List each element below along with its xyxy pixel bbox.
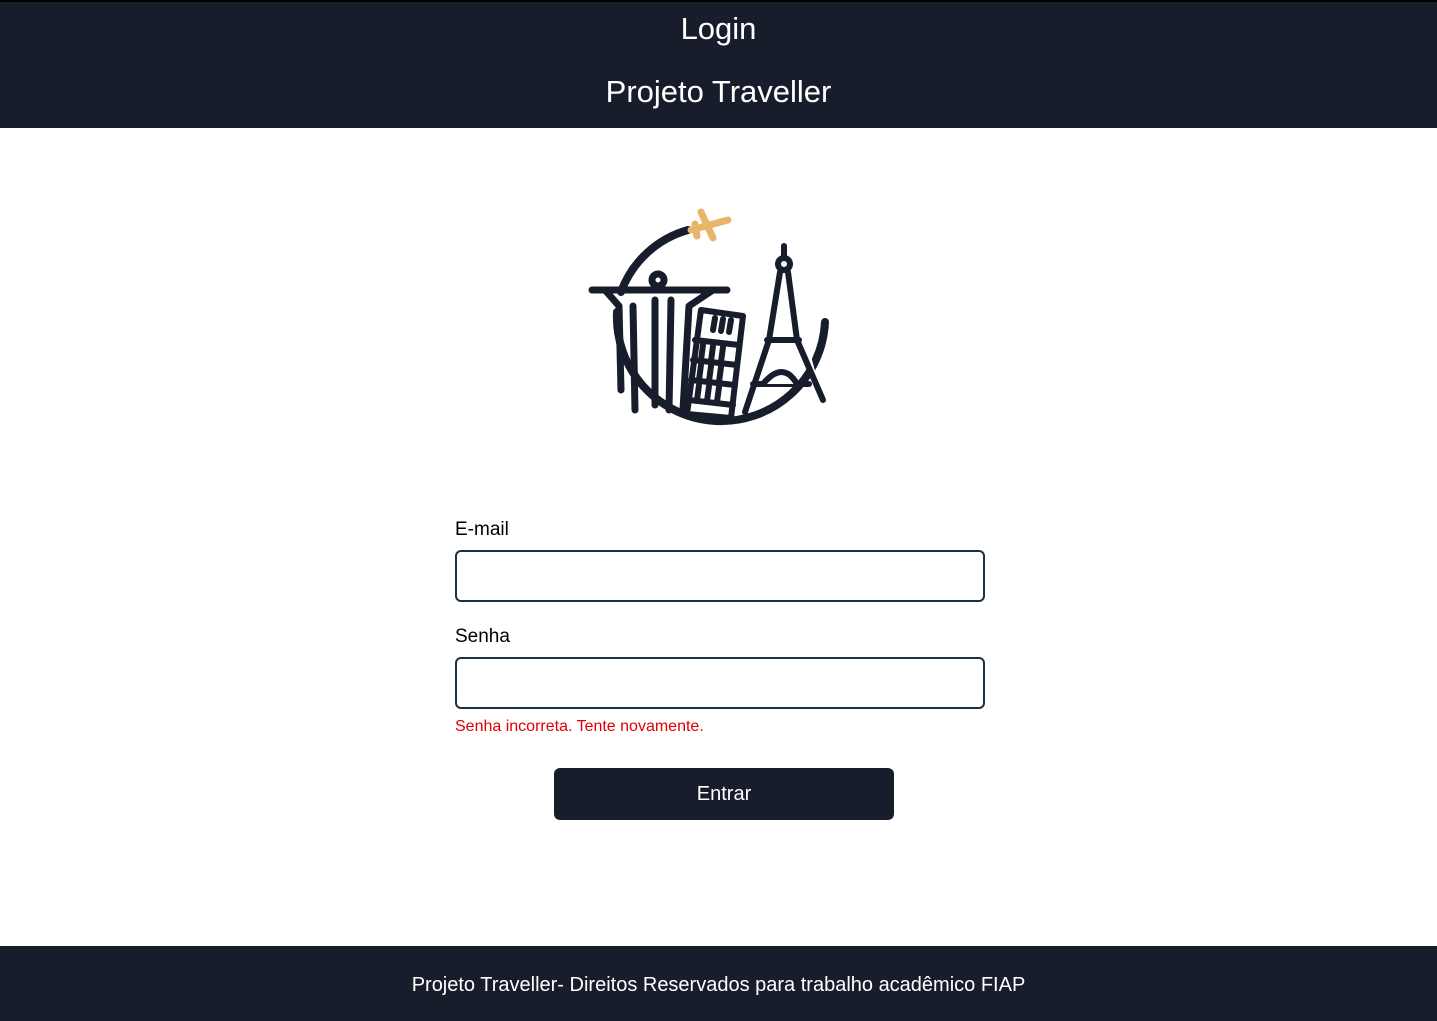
app-name: Projeto Traveller [605, 74, 832, 109]
password-label: Senha [455, 626, 510, 647]
footer-text: Projeto Traveller- Direitos Reservados p… [411, 974, 1026, 996]
email-label: E-mail [455, 519, 509, 540]
email-field[interactable] [455, 550, 985, 602]
password-field[interactable] [455, 657, 985, 709]
login-page: Login Projeto Traveller E-mail Senha Sen… [0, 0, 1437, 1021]
page-header: Login Projeto Traveller [0, 0, 1437, 128]
page-title: Login [680, 11, 757, 46]
travel-landmarks-logo-icon [583, 200, 837, 435]
password-error-message: Senha incorreta. Tente novamente. [455, 718, 704, 735]
page-footer: Projeto Traveller- Direitos Reservados p… [0, 946, 1437, 1021]
login-button[interactable]: Entrar [554, 768, 894, 820]
